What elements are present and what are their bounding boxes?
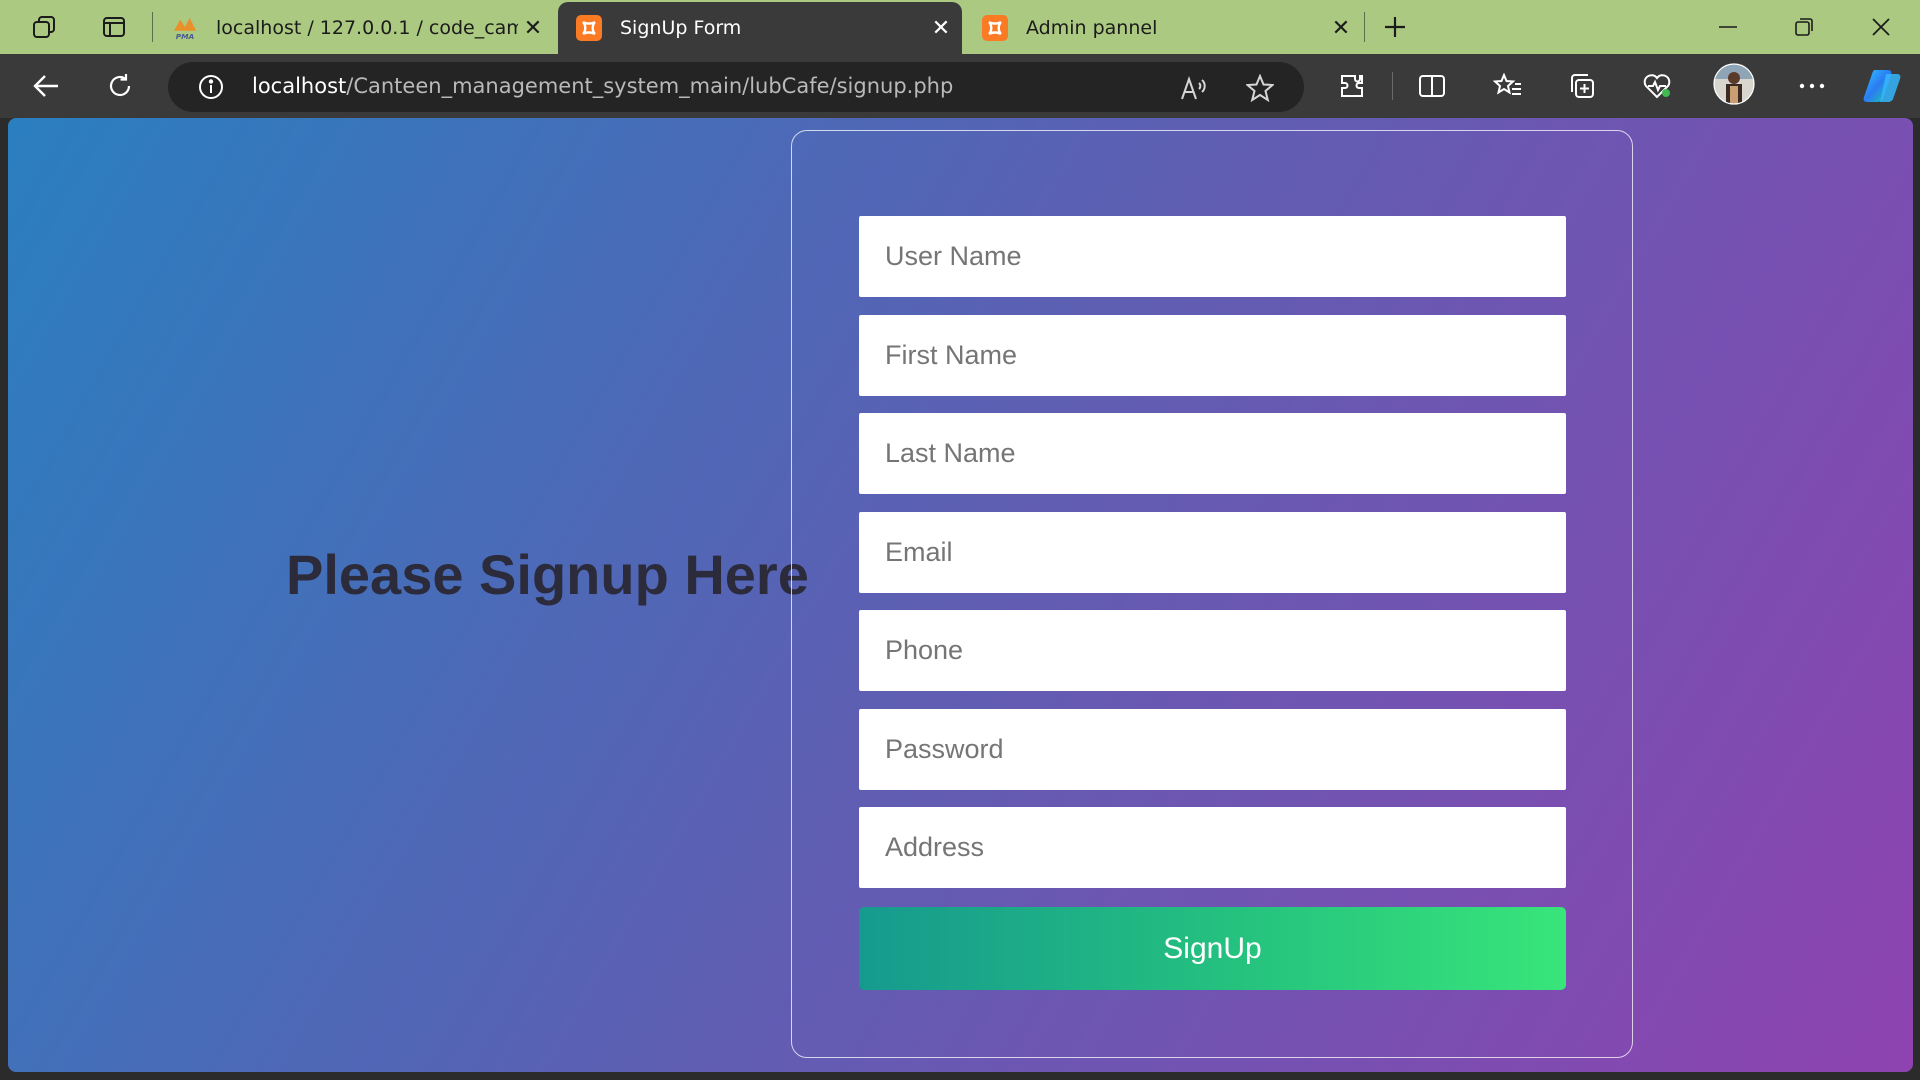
tab-admin-pannel[interactable]: Admin pannel ✕ [964, 2, 1362, 54]
extensions-icon[interactable] [1330, 66, 1374, 106]
tab-strip: PMA localhost / 127.0.0.1 / code_camp ✕ … [0, 0, 1920, 54]
refresh-icon[interactable] [98, 66, 142, 106]
tab-title: Admin pannel [1026, 17, 1158, 39]
collections-icon[interactable] [1560, 66, 1604, 106]
window-bottom-edge [0, 1072, 1920, 1080]
read-aloud-icon[interactable] [1178, 72, 1210, 104]
signup-form: SignUp [791, 130, 1633, 1058]
address-input[interactable] [859, 807, 1566, 888]
address-bar[interactable]: localhost/Canteen_management_system_main… [168, 62, 1304, 112]
workspaces-icon[interactable] [24, 10, 64, 44]
username-input[interactable] [859, 216, 1566, 297]
password-input[interactable] [859, 709, 1566, 790]
first-name-input[interactable] [859, 315, 1566, 396]
split-screen-icon[interactable] [1410, 66, 1454, 106]
email-input[interactable] [859, 512, 1566, 593]
xampp-icon [982, 15, 1008, 41]
profile-avatar[interactable] [1712, 63, 1756, 105]
phpmyadmin-icon: PMA [172, 15, 198, 41]
xampp-icon [576, 15, 602, 41]
last-name-input[interactable] [859, 413, 1566, 494]
back-icon[interactable] [24, 66, 68, 106]
site-info-icon[interactable] [198, 74, 224, 100]
tab-title: localhost / 127.0.0.1 / code_camp [216, 17, 518, 39]
favorite-star-icon[interactable] [1244, 72, 1276, 104]
restore-icon[interactable] [1776, 8, 1832, 46]
close-tab-icon[interactable]: ✕ [518, 13, 548, 43]
page-viewport: Please Signup Here SignUp [8, 118, 1913, 1072]
close-tab-icon[interactable]: ✕ [926, 13, 956, 43]
vertical-tabs-icon[interactable] [94, 10, 134, 44]
signup-button[interactable]: SignUp [859, 907, 1566, 990]
copilot-icon[interactable] [1860, 66, 1904, 106]
close-window-icon[interactable] [1853, 8, 1909, 46]
close-tab-icon[interactable]: ✕ [1326, 13, 1356, 43]
svg-text:PMA: PMA [176, 32, 195, 41]
toolbar-divider [1392, 72, 1393, 100]
tab-title: SignUp Form [620, 17, 742, 39]
tab-signup-form[interactable]: SignUp Form ✕ [558, 2, 962, 54]
url-text[interactable]: localhost/Canteen_management_system_main… [252, 74, 953, 98]
more-options-icon[interactable] [1790, 66, 1834, 106]
tab-divider [152, 12, 153, 42]
tab-divider [1364, 12, 1365, 42]
new-tab-icon[interactable] [1375, 10, 1415, 44]
minimize-icon[interactable] [1700, 8, 1756, 46]
url-path: /Canteen_management_system_main/lubCafe/… [346, 74, 954, 98]
browser-essentials-icon[interactable] [1635, 66, 1679, 106]
phone-input[interactable] [859, 610, 1566, 691]
browser-toolbar: localhost/Canteen_management_system_main… [0, 54, 1920, 118]
favorites-icon[interactable] [1486, 66, 1530, 106]
tab-phpmyadmin[interactable]: PMA localhost / 127.0.0.1 / code_camp ✕ [154, 2, 554, 54]
url-host: localhost [252, 74, 347, 98]
page-heading: Please Signup Here [286, 543, 809, 606]
